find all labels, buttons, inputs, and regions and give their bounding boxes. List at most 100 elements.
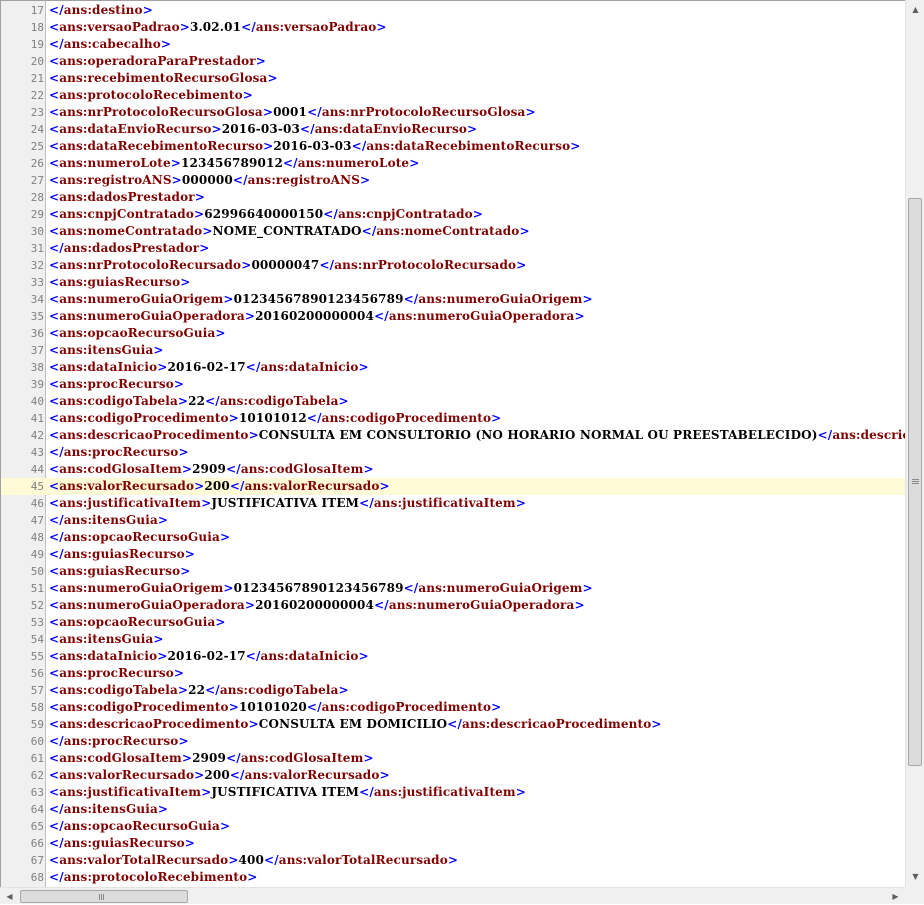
code-line[interactable]: 20 <ans:operadoraParaPrestador>	[1, 53, 905, 70]
code-line[interactable]: 19 </ans:cabecalho>	[1, 36, 905, 53]
arrow-down-icon[interactable]: ▼	[907, 868, 924, 885]
xml-bracket: </	[205, 683, 220, 697]
xml-tag-name: ans:numeroGuiaOrigem	[418, 292, 583, 306]
code-line[interactable]: 46 <ans:justificativaItem>JUSTIFICATIVA I…	[1, 495, 905, 512]
code-line[interactable]: 55 <ans:dataInicio>2016-02-17</ans:dataIn…	[1, 648, 905, 665]
line-code: </ans:protocoloRecebimento>	[49, 869, 258, 886]
code-line[interactable]: 31 </ans:dadosPrestador>	[1, 240, 905, 257]
code-line[interactable]: 26 <ans:numeroLote>123456789012</ans:nume…	[1, 155, 905, 172]
code-line[interactable]: 54 <ans:itensGuia>	[1, 631, 905, 648]
xml-bracket: <	[49, 122, 60, 136]
xml-bracket: <	[49, 479, 60, 493]
line-number: 68	[30, 871, 44, 884]
xml-text: 22	[188, 394, 206, 408]
code-line[interactable]: 67 <ans:valorTotalRecursado>400</ans:valo…	[1, 852, 905, 869]
code-line[interactable]: 38 <ans:dataInicio>2016-02-17</ans:dataIn…	[1, 359, 905, 376]
code-line[interactable]: 59 <ans:descricaoProcedimento>CONSULTA EM…	[1, 716, 905, 733]
xml-bracket: </	[403, 292, 419, 306]
code-line[interactable]: 47 </ans:itensGuia>	[1, 512, 905, 529]
xml-bracket: >	[181, 751, 193, 765]
code-line[interactable]: 18 <ans:versaoPadrao>3.02.01</ans:versaoP…	[1, 19, 905, 36]
code-line[interactable]: 35 <ans:numeroGuiaOperadora>2016020000000…	[1, 308, 905, 325]
code-line[interactable]: 32 <ans:nrProtocoloRecursado>00000047</an…	[1, 257, 905, 274]
code-line[interactable]: 57 <ans:codigoTabela>22</ans:codigoTabela…	[1, 682, 905, 699]
code-line[interactable]: 62 <ans:valorRecursado>200</ans:valorRecu…	[1, 767, 905, 784]
code-line[interactable]: 22 <ans:protocoloRecebimento>	[1, 87, 905, 104]
code-line[interactable]: 33 <ans:guiasRecurso>	[1, 274, 905, 291]
xml-tag-name: ans:guiasRecurso	[63, 836, 185, 850]
code-line[interactable]: 45 <ans:valorRecursado>200</ans:valorRecu…	[1, 478, 905, 495]
xml-tag-name: ans:registroANS	[59, 173, 172, 187]
code-line[interactable]: 60 </ans:procRecurso>	[1, 733, 905, 750]
code-line[interactable]: 36 <ans:opcaoRecursoGuia>	[1, 325, 905, 342]
xml-tag-name: ans:nrProtocoloRecursado	[334, 258, 517, 272]
code-line[interactable]: 64 </ans:itensGuia>	[1, 801, 905, 818]
xml-bracket: >	[194, 207, 205, 221]
xml-bracket: >	[525, 105, 536, 119]
code-line[interactable]: 27 <ans:registroANS>000000</ans:registroA…	[1, 172, 905, 189]
xml-editor[interactable]: 17 </ans:destino> 18 <ans:versaoPadrao>3.02…	[0, 0, 905, 887]
code-line[interactable]: 58 <ans:codigoProcedimento>10101020</ans:…	[1, 699, 905, 716]
xml-bracket: <	[49, 258, 60, 272]
code-line[interactable]: 51 <ans:numeroGuiaOrigem>0123456789012345…	[1, 580, 905, 597]
code-line[interactable]: 23 <ans:nrProtocoloRecursoGlosa>0001</ans…	[1, 104, 905, 121]
code-line[interactable]: 43 </ans:procRecurso>	[1, 444, 905, 461]
xml-bracket: <	[49, 394, 60, 408]
code-line[interactable]: 37 <ans:itensGuia>	[1, 342, 905, 359]
arrow-left-icon[interactable]: ◀	[1, 888, 18, 905]
code-line[interactable]: 68 </ans:protocoloRecebimento>	[1, 869, 905, 886]
horizontal-scrollbar[interactable]: ◀ ▶	[0, 887, 905, 904]
vertical-scroll-thumb[interactable]	[908, 198, 922, 766]
code-line[interactable]: 41 <ans:codigoProcedimento>10101012</ans:…	[1, 410, 905, 427]
xml-bracket: >	[180, 275, 191, 289]
arrow-up-icon[interactable]: ▲	[907, 1, 924, 18]
xml-bracket: >	[201, 785, 212, 799]
xml-text: 0001	[273, 105, 308, 119]
xml-bracket: >	[376, 20, 387, 34]
code-line[interactable]: 21 <ans:recebimentoRecursoGlosa>	[1, 70, 905, 87]
xml-bracket: >	[215, 326, 226, 340]
code-line[interactable]: 44 <ans:codGlosaItem>2909</ans:codGlosaIt…	[1, 461, 905, 478]
xml-bracket: </	[229, 768, 245, 782]
xml-bracket: <	[49, 292, 60, 306]
code-line[interactable]: 24 <ans:dataEnvioRecurso>2016-03-03</ans:…	[1, 121, 905, 138]
code-line[interactable]: 56 <ans:procRecurso>	[1, 665, 905, 682]
code-line[interactable]: 65 </ans:opcaoRecursoGuia>	[1, 818, 905, 835]
code-line[interactable]: 66 </ans:guiasRecurso>	[1, 835, 905, 852]
code-line[interactable]: 25 <ans:dataRecebimentoRecurso>2016-03-03…	[1, 138, 905, 155]
line-code: </ans:destino>	[49, 2, 153, 19]
code-line[interactable]: 48 </ans:opcaoRecursoGuia>	[1, 529, 905, 546]
line-code: <ans:numeroGuiaOrigem>012345678901234567…	[49, 580, 593, 597]
code-line[interactable]: 39 <ans:procRecurso>	[1, 376, 905, 393]
code-lines[interactable]: 17 </ans:destino> 18 <ans:versaoPadrao>3.02…	[1, 2, 905, 886]
code-line[interactable]: 17 </ans:destino>	[1, 2, 905, 19]
xml-bracket: </	[49, 870, 64, 884]
xml-tag-name: ans:codigoProcedimento	[59, 411, 229, 425]
code-line[interactable]: 30 <ans:nomeContratado>NOME_CONTRATADO</a…	[1, 223, 905, 240]
xml-bracket: >	[242, 88, 253, 102]
code-line[interactable]: 53 <ans:opcaoRecursoGuia>	[1, 614, 905, 631]
code-line[interactable]: 28 <ans:dadosPrestador>	[1, 189, 905, 206]
xml-bracket: >	[219, 530, 231, 544]
code-line[interactable]: 61 <ans:codGlosaItem>2909</ans:codGlosaIt…	[1, 750, 905, 767]
xml-tag-name: ans:valorTotalRecursado	[278, 853, 448, 867]
code-line[interactable]: 40 <ans:codigoTabela>22</ans:codigoTabela…	[1, 393, 905, 410]
xml-bracket: </	[49, 547, 64, 561]
code-line[interactable]: 49 </ans:guiasRecurso>	[1, 546, 905, 563]
vertical-scrollbar[interactable]: ▲ ▼	[905, 0, 924, 887]
horizontal-scroll-thumb[interactable]	[20, 890, 188, 903]
xml-bracket: >	[177, 683, 189, 697]
code-line[interactable]: 52 <ans:numeroGuiaOperadora>2016020000000…	[1, 597, 905, 614]
xml-tag-name: ans:valorRecursado	[244, 768, 380, 782]
xml-bracket: <	[49, 207, 60, 221]
line-code: <ans:operadoraParaPrestador>	[49, 53, 266, 70]
code-line[interactable]: 29 <ans:cnpjContratado>62996640000150</an…	[1, 206, 905, 223]
code-line[interactable]: 34 <ans:numeroGuiaOrigem>0123456789012345…	[1, 291, 905, 308]
xml-bracket: >	[651, 717, 662, 731]
code-line[interactable]: 63 <ans:justificativaItem>JUSTIFICATIVA I…	[1, 784, 905, 801]
arrow-right-icon[interactable]: ▶	[887, 888, 904, 905]
xml-bracket: <	[49, 598, 60, 612]
code-line[interactable]: 50 <ans:guiasRecurso>	[1, 563, 905, 580]
xml-bracket: >	[248, 717, 259, 731]
code-line[interactable]: 42 <ans:descricaoProcedimento>CONSULTA EM…	[1, 427, 905, 444]
